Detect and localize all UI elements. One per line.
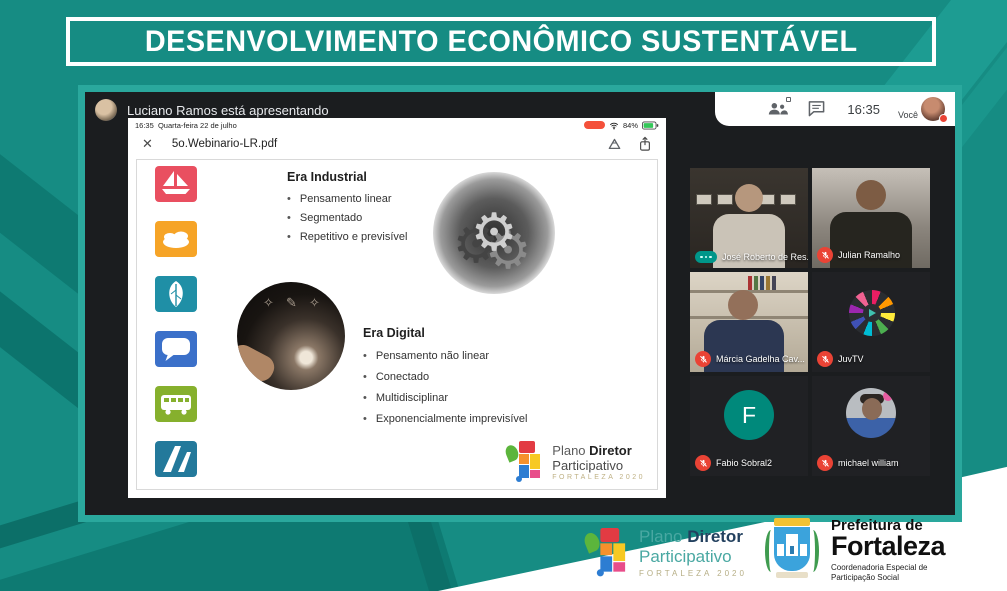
close-icon[interactable]: ✕ xyxy=(142,136,153,152)
battery-icon xyxy=(642,121,659,130)
participant-tile[interactable]: JuvTV xyxy=(812,272,930,372)
share-icon[interactable] xyxy=(638,136,652,152)
footer-prefeitura-logo: Prefeitura de Fortaleza Coordenadoria Es… xyxy=(763,518,945,582)
chat-icon[interactable] xyxy=(807,100,829,118)
road-icon xyxy=(155,441,197,477)
page-title: DESENVOLVIMENTO ECONÔMICO SUSTENTÁVEL xyxy=(145,25,858,59)
participant-name: Julian Ramalho xyxy=(838,250,900,260)
sailboat-icon xyxy=(155,166,197,202)
speaking-indicator xyxy=(695,251,717,263)
juvtv-logo-avatar xyxy=(849,290,895,336)
wifi-icon xyxy=(609,121,619,130)
background-books xyxy=(748,276,776,290)
pdf-filename: 5o.Webinario-LR.pdf xyxy=(172,138,607,150)
gears-photo: ⚙ xyxy=(433,172,555,294)
drive-icon[interactable] xyxy=(607,138,622,151)
mic-muted-icon xyxy=(817,351,833,367)
leaf-icon xyxy=(155,276,197,312)
tablet-clock-date: 16:35 Quarta-feira 22 de julho xyxy=(135,121,237,130)
mic-muted-icon xyxy=(695,351,711,367)
participants-icon[interactable] xyxy=(767,100,789,118)
era-digital-bullets: •Pensamento não linear •Conectado •Multi… xyxy=(363,346,528,430)
letter-avatar: F xyxy=(724,390,774,440)
participant-name: JuvTV xyxy=(838,354,864,364)
fortaleza-crest-icon xyxy=(763,518,821,582)
presenter-status-text: Luciano Ramos está apresentando xyxy=(127,103,329,118)
mic-muted-icon xyxy=(817,455,833,471)
era-digital-section: Era Digital •Pensamento não linear •Cone… xyxy=(363,326,528,430)
presenter-avatar xyxy=(95,99,117,121)
self-status-dot xyxy=(939,114,948,123)
participant-name: michael william xyxy=(838,458,899,468)
shared-screen: 16:35 Quarta-feira 22 de julho 84% ✕ 5o.… xyxy=(128,118,666,498)
photo-avatar xyxy=(846,388,896,438)
screen-record-indicator xyxy=(584,121,605,129)
participant-tile[interactable]: Márcia Gadelha Cav... xyxy=(690,272,808,372)
pdf-toolbar: ✕ 5o.Webinario-LR.pdf xyxy=(128,131,666,157)
era-industrial-title: Era Industrial xyxy=(287,170,407,184)
finger-touch-photo: ✧ ✎ ✧ xyxy=(237,282,345,390)
participant-tile[interactable]: michael william xyxy=(812,376,930,476)
participant-tile[interactable]: Julian Ramalho xyxy=(812,168,930,268)
title-banner: DESENVOLVIMENTO ECONÔMICO SUSTENTÁVEL xyxy=(66,17,936,66)
footer-plano-diretor-logo: Plano Diretor Participativo FORTALEZA 20… xyxy=(585,527,747,578)
meet-topbar: 16:35 Você xyxy=(715,92,955,126)
participant-count-badge xyxy=(786,97,791,102)
slide-page: Era Industrial •Pensamento linear •Segme… xyxy=(136,159,658,490)
participants-grid: José Roberto de Res... Julian Ramalho xyxy=(690,168,930,476)
era-digital-title: Era Digital xyxy=(363,326,528,340)
prefeitura-line2: Fortaleza xyxy=(831,533,945,560)
meet-window: Luciano Ramos está apresentando 16:35 Vo… xyxy=(78,85,962,522)
prefeitura-line3: Coordenadoria Especial deParticipação So… xyxy=(831,563,945,582)
era-industrial-bullets: •Pensamento linear •Segmentado •Repetiti… xyxy=(287,190,407,247)
plano-diretor-logo-icon xyxy=(506,441,544,483)
era-industrial-section: Era Industrial •Pensamento linear •Segme… xyxy=(287,170,407,247)
participant-name: Fabio Sobral2 xyxy=(716,458,772,468)
plano-diretor-logo-icon xyxy=(585,528,639,587)
mic-muted-icon xyxy=(817,247,833,263)
self-view[interactable]: Você xyxy=(898,97,945,121)
participant-name: José Roberto de Res... xyxy=(722,252,808,262)
clock: 16:35 xyxy=(847,102,880,117)
screenshot-stage: DESENVOLVIMENTO ECONÔMICO SUSTENTÁVEL Lu… xyxy=(0,0,1007,591)
you-label: Você xyxy=(898,110,918,120)
plano-diretor-logo: Plano Diretor Participativo FORTALEZA 20… xyxy=(506,441,645,483)
bus-icon xyxy=(155,386,197,422)
cloud-icon xyxy=(155,221,197,257)
tablet-status-bar: 16:35 Quarta-feira 22 de julho 84% xyxy=(128,118,666,131)
participant-tile[interactable]: José Roberto de Res... xyxy=(690,168,808,268)
mic-muted-icon xyxy=(695,455,711,471)
speech-bubble-icon xyxy=(155,331,197,367)
participant-name: Márcia Gadelha Cav... xyxy=(716,354,805,364)
battery-percent: 84% xyxy=(623,121,638,130)
participant-tile[interactable]: F Fabio Sobral2 xyxy=(690,376,808,476)
